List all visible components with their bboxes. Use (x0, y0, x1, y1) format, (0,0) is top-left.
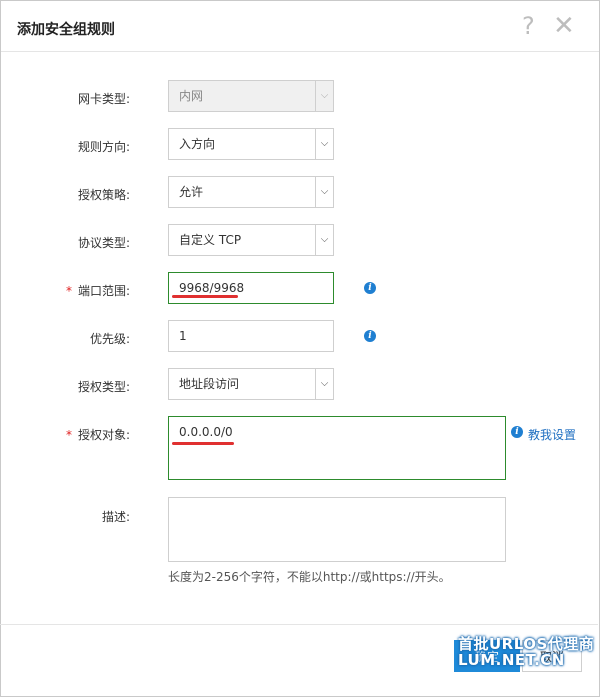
nic-type-label: 网卡类型: (77, 92, 130, 106)
auth-object-value: 0.0.0.0/0 (179, 425, 233, 439)
dialog-header: 添加安全组规则 ? ✕ (1, 1, 599, 52)
dialog-title: 添加安全组规则 (17, 22, 115, 38)
info-icon[interactable]: i (364, 282, 376, 294)
priority-value: 1 (179, 329, 187, 343)
auth-type-label: 授权类型: (77, 380, 130, 394)
chevron-down-icon[interactable]: ⌵ (315, 177, 333, 207)
watermark-line2: LUM.NET.CN (458, 651, 565, 669)
help-icon[interactable]: ? (522, 12, 535, 40)
auth-object-textarea[interactable]: 0.0.0.0/0 (168, 416, 506, 480)
chevron-down-icon[interactable]: ⌵ (315, 129, 333, 159)
policy-select[interactable]: 允许 ⌵ (168, 176, 334, 208)
auth-object-label: * 授权对象: (0, 426, 130, 443)
watermark: 首批URLOS代理商 LUM.NET.CN (458, 636, 594, 668)
close-icon[interactable]: ✕ (553, 12, 575, 40)
watermark-line1: 首批URLOS代理商 (458, 635, 595, 653)
description-textarea[interactable] (168, 497, 506, 562)
nic-type-select: 内网 ⌵ (168, 80, 334, 112)
required-marker: * (65, 428, 72, 442)
port-range-label: * 端口范围: (0, 282, 130, 299)
auth-type-value: 地址段访问 (179, 377, 240, 391)
direction-select[interactable]: 入方向 ⌵ (168, 128, 334, 160)
dialog-footer (0, 624, 598, 625)
protocol-select[interactable]: 自定义 TCP ⌵ (168, 224, 334, 256)
chevron-down-icon[interactable]: ⌵ (315, 225, 333, 255)
policy-value: 允许 (179, 185, 204, 199)
priority-input[interactable]: 1 (168, 320, 334, 352)
description-hint: 长度为2-256个字符，不能以http://或https://开头。 (168, 570, 451, 584)
chevron-down-icon: ⌵ (315, 81, 333, 111)
description-label: 描述: (101, 510, 130, 524)
protocol-value: 自定义 TCP (179, 233, 242, 247)
red-underline-annotation (172, 442, 234, 445)
info-icon[interactable]: i (364, 330, 376, 342)
required-marker: * (65, 284, 72, 298)
direction-value: 入方向 (179, 137, 216, 151)
protocol-label: 协议类型: (77, 236, 130, 250)
tutorial-link[interactable]: 教我设置 (528, 426, 576, 443)
direction-label: 规则方向: (77, 140, 130, 154)
port-range-label-text: 端口范围: (77, 284, 130, 298)
chevron-down-icon[interactable]: ⌵ (315, 369, 333, 399)
info-icon[interactable]: i (511, 426, 523, 438)
auth-type-select[interactable]: 地址段访问 ⌵ (168, 368, 334, 400)
port-range-input[interactable]: 9968/9968 (168, 272, 334, 304)
auth-object-label-text: 授权对象: (77, 428, 130, 442)
priority-label: 优先级: (89, 332, 130, 346)
nic-type-value: 内网 (179, 89, 204, 103)
port-range-value: 9968/9968 (179, 281, 245, 295)
policy-label: 授权策略: (77, 188, 130, 202)
red-underline-annotation (172, 295, 238, 298)
